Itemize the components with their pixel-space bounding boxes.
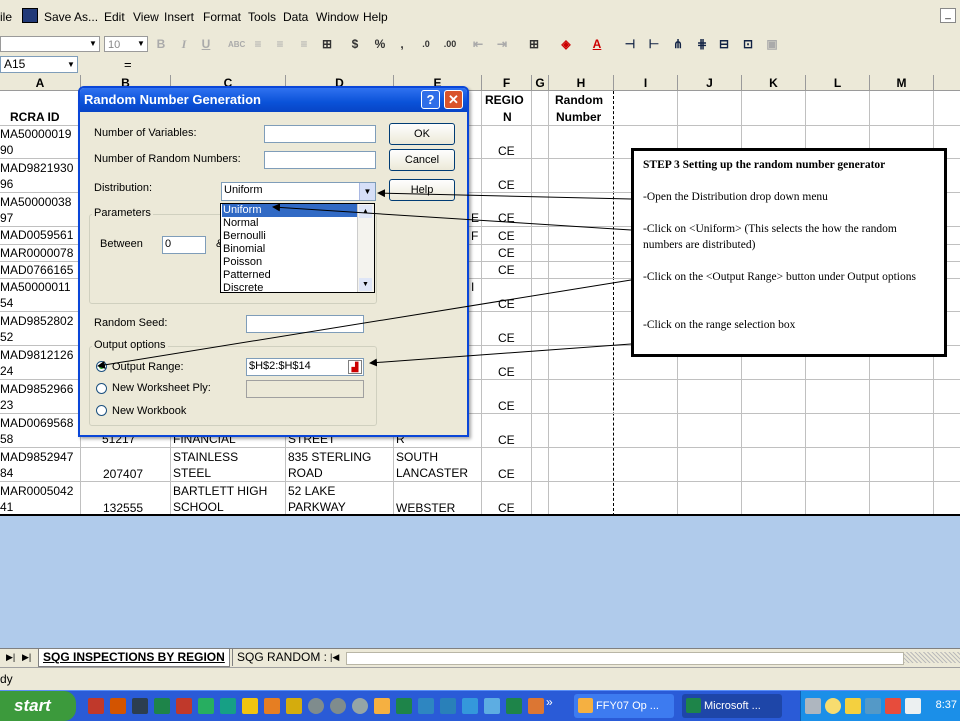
tray-icon[interactable]: [865, 698, 881, 714]
tab-next-icon[interactable]: ▶|: [18, 649, 35, 666]
tray-icon[interactable]: [885, 698, 901, 714]
status-text: dy: [0, 672, 13, 686]
sheet-tab-bar: ▶| ▶| SQG INSPECTIONS BY REGION SQG RAND…: [0, 648, 960, 667]
scrollbar-track[interactable]: [904, 652, 960, 663]
quicklaunch-icon[interactable]: [352, 698, 368, 714]
quicklaunch-icon[interactable]: [110, 698, 126, 714]
system-tray: 8:37: [800, 691, 960, 721]
word-icon[interactable]: [132, 698, 148, 714]
arrow-distribution: [377, 189, 632, 200]
quicklaunch-icon[interactable]: [220, 698, 236, 714]
quicklaunch-icon[interactable]: [506, 698, 522, 714]
ie-icon[interactable]: [484, 698, 500, 714]
quicklaunch-icon[interactable]: [198, 698, 214, 714]
tab-last-icon[interactable]: ▶|: [2, 649, 19, 666]
clock: 8:37: [935, 699, 957, 711]
arrow-range-selection: [369, 343, 632, 367]
outlook-icon[interactable]: [374, 698, 390, 714]
app-icon: [578, 698, 593, 713]
tab-scroll-icon[interactable]: |◀: [326, 649, 343, 666]
acrobat-icon[interactable]: [88, 698, 104, 714]
task-label: FFY07 Op ...: [596, 700, 659, 712]
chevron-right-icon[interactable]: »: [546, 695, 553, 709]
ie-icon[interactable]: [462, 698, 478, 714]
tray-icon[interactable]: [825, 698, 841, 714]
quicklaunch-icon[interactable]: [330, 698, 346, 714]
tray-icon[interactable]: [805, 698, 821, 714]
quicklaunch-icon[interactable]: [264, 698, 280, 714]
quicklaunch-icon[interactable]: [440, 698, 456, 714]
taskbar-microsoft[interactable]: Microsoft ...: [682, 694, 782, 718]
excel-icon[interactable]: [154, 698, 170, 714]
arrow-uniform: [272, 203, 632, 231]
status-bar: dy: [0, 667, 960, 690]
speaker-icon[interactable]: [905, 698, 921, 714]
quicklaunch-icon[interactable]: [176, 698, 192, 714]
start-button[interactable]: start: [0, 691, 76, 721]
quicklaunch-icon[interactable]: [242, 698, 258, 714]
tab-sqg-inspections[interactable]: SQG INSPECTIONS BY REGION: [38, 649, 230, 667]
tray-icon[interactable]: [845, 698, 861, 714]
excel-icon: [686, 698, 701, 713]
quicklaunch-icon[interactable]: [308, 698, 324, 714]
folder-icon[interactable]: [286, 698, 302, 714]
word-icon[interactable]: [418, 698, 434, 714]
horizontal-scrollbar[interactable]: [346, 652, 904, 665]
tab-sqg-random[interactable]: SQG RANDOM :: [232, 649, 331, 666]
arrow-output-range: [97, 279, 632, 369]
task-label: Microsoft ...: [704, 700, 761, 712]
annotation-arrows: [97, 189, 632, 369]
excel-icon[interactable]: [396, 698, 412, 714]
taskbar: start » FFY07 Op ... Microsoft ... 8:37: [0, 690, 960, 721]
quicklaunch-icon[interactable]: [528, 698, 544, 714]
taskbar-ffy07[interactable]: FFY07 Op ...: [574, 694, 674, 718]
